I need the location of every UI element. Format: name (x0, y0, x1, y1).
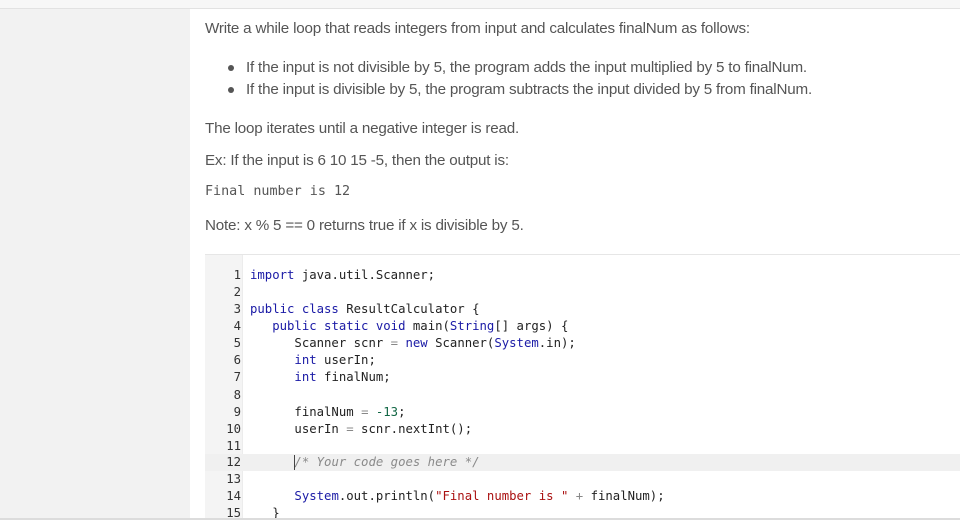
note-text: Note: x % 5 == 0 returns true if x is di… (205, 217, 524, 234)
line-number: 8 (233, 388, 241, 402)
code-text[interactable]: } (250, 505, 280, 518)
code-line[interactable]: 7 int finalNum; (205, 369, 960, 386)
code-token: finalNum (250, 405, 362, 419)
line-number: 9 (233, 405, 241, 419)
code-token: int (294, 370, 317, 384)
problem-content: Write a while loop that reads integers f… (190, 9, 960, 518)
line-number: 2 (233, 285, 241, 299)
code-line[interactable]: 10 userIn = scnr.nextInt(); (205, 421, 960, 438)
code-token: "Final number is " (435, 489, 569, 503)
code-line[interactable]: 12 /* Your code goes here */ (205, 454, 960, 471)
code-token: main( (405, 319, 450, 333)
code-token: Scanner scnr (250, 336, 391, 350)
bullet-icon (228, 87, 234, 93)
code-token: .out.println( (338, 489, 436, 503)
code-text[interactable]: userIn = scnr.nextInt(); (250, 421, 472, 438)
code-token: = (346, 422, 354, 436)
line-number: 5 (233, 336, 241, 350)
code-text[interactable]: import java.util.Scanner; (250, 267, 435, 284)
line-number: 15 (226, 506, 241, 518)
code-token: int (294, 353, 317, 367)
code-token: userIn; (316, 353, 376, 367)
code-token: public class (250, 302, 339, 316)
line-number: 10 (226, 422, 241, 436)
example-description: Ex: If the input is 6 10 15 -5, then the… (205, 152, 509, 169)
code-line[interactable]: 3 public class ResultCalculator { (205, 301, 960, 318)
code-token: .in); (538, 336, 576, 350)
code-token: scnr.nextInt(); (353, 422, 473, 436)
code-line[interactable]: 11 (205, 438, 960, 455)
code-token: Scanner( (427, 336, 495, 350)
code-text[interactable]: public class ResultCalculator { (250, 301, 480, 318)
code-text[interactable]: Scanner scnr = new Scanner(System.in); (250, 335, 576, 352)
rule-text: If the input is divisible by 5, the prog… (246, 81, 812, 98)
code-token: System (494, 336, 539, 350)
line-number: 4 (233, 319, 241, 333)
bullet-icon (228, 65, 234, 71)
code-token: ResultCalculator { (338, 302, 480, 316)
code-line[interactable]: 15 } (205, 505, 960, 518)
line-number: 7 (233, 370, 241, 384)
bottom-strip (0, 520, 960, 531)
code-line[interactable]: 4 public static void main(String[] args)… (205, 318, 960, 335)
code-token: java.util.Scanner; (294, 268, 436, 282)
code-token: } (250, 506, 280, 518)
code-editor[interactable]: 1 import java.util.Scanner; 2 3 public class… (205, 254, 960, 518)
code-line[interactable]: 1 import java.util.Scanner; (205, 267, 960, 284)
code-token: import (250, 268, 295, 282)
example-output: Final number is 12 (205, 184, 351, 199)
line-number: 11 (226, 439, 241, 453)
code-token: System (294, 489, 339, 503)
code-line[interactable]: 2 (205, 284, 960, 301)
code-token: ; (398, 405, 406, 419)
code-token: finalNum; (316, 370, 391, 384)
line-number: 12 (226, 455, 241, 469)
rule-text: If the input is not divisible by 5, the … (246, 59, 807, 76)
code-token: new (405, 336, 428, 350)
code-token: String (449, 319, 495, 333)
code-line[interactable]: 14 System.out.println("Final number is "… (205, 488, 960, 505)
code-text[interactable]: public static void main(String[] args) { (250, 318, 568, 335)
code-token: = (390, 336, 399, 350)
line-number: 13 (226, 472, 241, 486)
rule-item-divisible: If the input is divisible by 5, the prog… (226, 81, 812, 103)
code-token: [] args) { (494, 319, 569, 333)
line-number: 3 (233, 302, 241, 316)
code-text[interactable]: int finalNum; (250, 369, 391, 386)
text-cursor (294, 455, 295, 470)
code-text[interactable]: /* Your code goes here */ (250, 454, 480, 471)
line-number: 1 (233, 268, 241, 282)
code-line[interactable]: 9 finalNum = -13; (205, 404, 960, 421)
code-line[interactable]: 5 Scanner scnr = new Scanner(System.in); (205, 335, 960, 352)
line-number: 14 (226, 489, 241, 503)
code-token: userIn (250, 422, 347, 436)
rule-item-not-divisible: If the input is not divisible by 5, the … (226, 59, 812, 81)
code-token: public static void (272, 319, 406, 333)
code-token: /* Your code goes here */ (294, 455, 480, 469)
code-line[interactable]: 8 (205, 387, 960, 404)
rule-list: If the input is not divisible by 5, the … (226, 59, 812, 103)
code-text[interactable]: System.out.println("Final number is " + … (250, 488, 665, 505)
line-number: 6 (233, 353, 241, 367)
loop-description: The loop iterates until a negative integ… (205, 120, 519, 137)
top-bar (0, 0, 960, 9)
code-token: -13 (375, 405, 399, 419)
code-line[interactable]: 13 (205, 471, 960, 488)
code-line[interactable]: 6 int userIn; (205, 352, 960, 369)
code-text[interactable]: finalNum = -13; (250, 404, 406, 421)
left-panel (0, 9, 190, 519)
problem-intro: Write a while loop that reads integers f… (205, 20, 750, 37)
code-token: finalNum); (583, 489, 665, 503)
code-text[interactable]: int userIn; (250, 352, 376, 369)
